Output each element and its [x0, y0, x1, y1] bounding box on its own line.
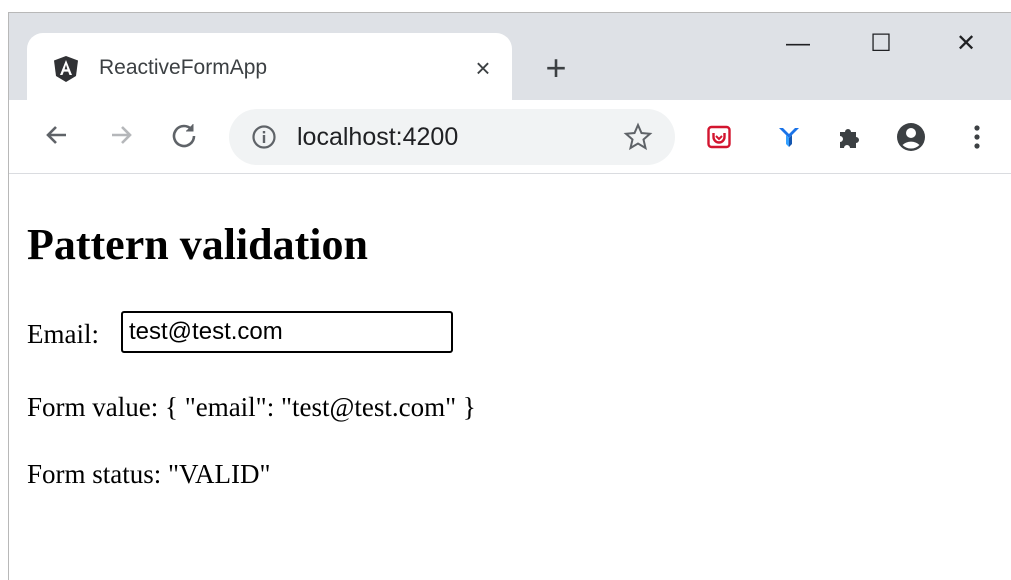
email-label: Email:: [27, 319, 99, 349]
browser-window: ReactiveFormApp × + — ☐ ✕ localhost:4200…: [8, 12, 1011, 580]
star-icon[interactable]: [623, 122, 653, 152]
new-tab-button[interactable]: +: [539, 50, 573, 86]
email-input[interactable]: [121, 311, 453, 353]
page-content: Pattern validation Email: Form value: { …: [9, 174, 1011, 580]
menu-icon[interactable]: [957, 117, 997, 157]
minimize-button[interactable]: —: [776, 27, 820, 61]
tab-close-icon[interactable]: ×: [467, 52, 499, 84]
angular-icon: [52, 55, 80, 83]
address-bar[interactable]: localhost:4200: [229, 109, 675, 165]
maximize-button[interactable]: ☐: [859, 27, 903, 61]
puzzle-icon[interactable]: [829, 117, 869, 157]
pocket-icon[interactable]: [699, 117, 739, 157]
tab-title: ReactiveFormApp: [99, 56, 268, 79]
y-extension-icon[interactable]: [769, 117, 809, 157]
tab-strip: ReactiveFormApp × + — ☐ ✕: [9, 13, 1011, 100]
form-value-text: Form value: { "email": "test@test.com" }: [27, 392, 476, 422]
info-icon[interactable]: [251, 124, 277, 150]
tab-reactiveformapp[interactable]: ReactiveFormApp ×: [27, 33, 512, 100]
browser-toolbar: localhost:4200: [9, 100, 1011, 174]
back-icon[interactable]: [37, 115, 77, 155]
close-window-button[interactable]: ✕: [944, 27, 988, 61]
profile-icon[interactable]: [891, 117, 931, 157]
page-title: Pattern validation: [27, 220, 368, 269]
url-text: localhost:4200: [297, 123, 459, 151]
form-status-text: Form status: "VALID": [27, 459, 271, 489]
reload-icon[interactable]: [164, 115, 204, 155]
forward-icon[interactable]: [101, 115, 141, 155]
